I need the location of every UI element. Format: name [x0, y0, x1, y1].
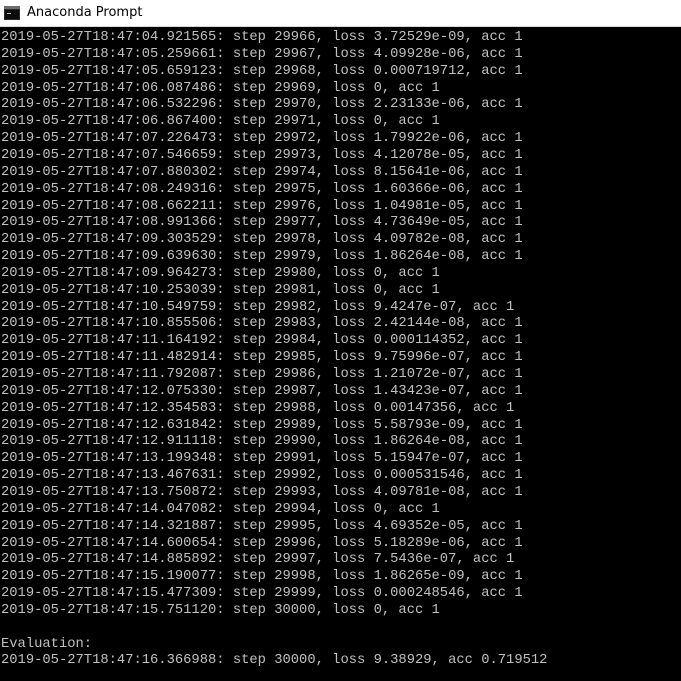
console-line: 2019-05-27T18:47:12.631842: step 29989, … — [1, 417, 523, 433]
console-line: 2019-05-27T18:47:15.190077: step 29998, … — [1, 569, 523, 585]
title-bar[interactable]: Anaconda Prompt — [0, 0, 681, 27]
console-line: 2019-05-27T18:47:12.911118: step 29990, … — [1, 434, 523, 450]
console-icon — [4, 6, 20, 20]
console-output[interactable]: 2019-05-27T18:47:04.921565: step 29966, … — [0, 28, 681, 681]
console-line: 2019-05-27T18:47:07.546659: step 29973, … — [1, 147, 523, 163]
console-line: 2019-05-27T18:47:06.532296: step 29970, … — [1, 97, 523, 113]
console-line: 2019-05-27T18:47:13.199348: step 29991, … — [1, 451, 523, 467]
console-line: 2019-05-27T18:47:10.549759: step 29982, … — [1, 299, 515, 315]
console-line: 2019-05-27T18:47:14.047082: step 29994, … — [1, 501, 440, 517]
console-line: 2019-05-27T18:47:08.249316: step 29975, … — [1, 181, 523, 197]
console-line: 2019-05-27T18:47:12.075330: step 29987, … — [1, 383, 523, 399]
console-line: 2019-05-27T18:47:13.750872: step 29993, … — [1, 484, 523, 500]
console-line: 2019-05-27T18:47:15.751120: step 30000, … — [1, 602, 440, 618]
console-line: 2019-05-27T18:47:05.259661: step 29967, … — [1, 46, 523, 62]
console-line: 2019-05-27T18:47:14.885892: step 29997, … — [1, 552, 515, 568]
console-line: 2019-05-27T18:47:06.867400: step 29971, … — [1, 114, 440, 130]
anaconda-prompt-window: Anaconda Prompt 2019-05-27T18:47:04.9215… — [0, 0, 681, 681]
console-line: 2019-05-27T18:47:16.366988: step 30000, … — [1, 653, 548, 669]
console-line: 2019-05-27T18:47:15.477309: step 29999, … — [1, 586, 523, 602]
console-line: 2019-05-27T18:47:14.600654: step 29996, … — [1, 535, 523, 551]
console-line: 2019-05-27T18:47:06.087486: step 29969, … — [1, 80, 440, 96]
console-line: 2019-05-27T18:47:08.662211: step 29976, … — [1, 198, 523, 214]
console-line: 2019-05-27T18:47:11.164192: step 29984, … — [1, 333, 523, 349]
console-line: 2019-05-27T18:47:05.659123: step 29968, … — [1, 63, 523, 79]
console-line: 2019-05-27T18:47:14.321887: step 29995, … — [1, 518, 523, 534]
console-line: 2019-05-27T18:47:07.880302: step 29974, … — [1, 164, 523, 180]
window-title: Anaconda Prompt — [27, 5, 143, 20]
console-line: 2019-05-27T18:47:09.964273: step 29980, … — [1, 265, 440, 281]
console-line: 2019-05-27T18:47:10.253039: step 29981, … — [1, 282, 440, 298]
console-line: 2019-05-27T18:47:09.639630: step 29979, … — [1, 249, 523, 265]
console-line: 2019-05-27T18:47:08.991366: step 29977, … — [1, 215, 523, 231]
console-line: 2019-05-27T18:47:13.467631: step 29992, … — [1, 468, 523, 484]
console-line: 2019-05-27T18:47:11.482914: step 29985, … — [1, 350, 523, 366]
console-line: 2019-05-27T18:47:11.792087: step 29986, … — [1, 367, 523, 382]
console-line: 2019-05-27T18:47:12.354583: step 29988, … — [1, 400, 515, 416]
console-line: Evaluation: — [1, 636, 93, 652]
console-line: 2019-05-27T18:47:07.226473: step 29972, … — [1, 131, 523, 147]
console-line: 2019-05-27T18:47:10.855506: step 29983, … — [1, 316, 523, 332]
console-line: 2019-05-27T18:47:04.921565: step 29966, … — [1, 30, 523, 45]
console-line: 2019-05-27T18:47:09.303529: step 29978, … — [1, 232, 523, 248]
